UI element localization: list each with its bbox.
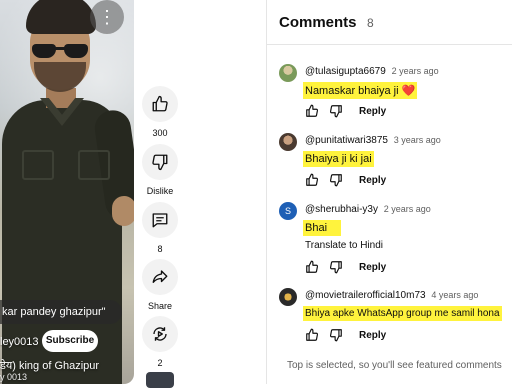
audio-thumbnail[interactable] xyxy=(146,372,174,388)
comment-timestamp[interactable]: 4 years ago xyxy=(431,290,478,300)
short-video-player[interactable]: ⋮ kar pandey ghazipur" ley0013 Subscribe… xyxy=(0,0,134,384)
remix-button[interactable] xyxy=(142,316,178,352)
thumbs-down-icon[interactable] xyxy=(329,104,343,118)
reply-button[interactable]: Reply xyxy=(359,330,386,341)
dislike-label: Dislike xyxy=(146,186,174,196)
comments-count: 8 xyxy=(366,16,374,30)
comment-timestamp[interactable]: 3 years ago xyxy=(394,135,441,145)
comment-author[interactable]: @punitatiwari3875 xyxy=(305,135,388,146)
thumbs-up-icon[interactable] xyxy=(305,260,319,274)
comment-author[interactable]: @tulasigupta6679 xyxy=(305,66,386,77)
sort-notice: Top is selected, so you'll see featured … xyxy=(287,360,502,371)
avatar[interactable] xyxy=(279,288,297,306)
like-count: 300 xyxy=(152,128,168,138)
video-description-sub: y 0013 xyxy=(0,372,28,382)
translate-link[interactable]: Translate to Hindi xyxy=(305,240,383,251)
comments-button[interactable] xyxy=(142,202,178,238)
video-subject-hand xyxy=(112,196,134,226)
sunglasses xyxy=(32,44,90,58)
video-subject-hair xyxy=(26,0,96,34)
video-description[interactable]: डेय) king of Ghazipur xyxy=(0,358,99,373)
thumbs-down-icon[interactable] xyxy=(329,260,343,274)
comments-action[interactable]: 8 xyxy=(142,202,178,254)
avatar[interactable] xyxy=(279,133,297,151)
more-options-icon[interactable]: ⋮ xyxy=(90,0,124,34)
comment-text: Namaskar bhaiya ji ❤️ xyxy=(303,82,418,99)
reply-button[interactable]: Reply xyxy=(359,175,386,186)
share-action[interactable]: Share xyxy=(142,259,178,311)
share-arrow-icon xyxy=(152,270,168,283)
dislike-action[interactable]: Dislike xyxy=(142,144,178,196)
thumbs-down-icon[interactable] xyxy=(329,173,343,187)
comments-header: Comments 8 xyxy=(279,14,374,34)
like-action[interactable]: 300 xyxy=(142,86,178,138)
comment-timestamp[interactable]: 2 years ago xyxy=(384,204,431,214)
thumbs-up-icon[interactable] xyxy=(305,173,319,187)
shirt-pocket xyxy=(22,150,54,180)
avatar-letter: S xyxy=(284,206,291,216)
share-button[interactable] xyxy=(142,259,178,295)
comment-text: Bhaiya ji ki jai xyxy=(303,151,374,167)
dislike-button[interactable] xyxy=(142,144,178,180)
share-label: Share xyxy=(147,301,173,311)
avatar[interactable]: S xyxy=(279,202,297,220)
like-button[interactable] xyxy=(142,86,178,122)
video-title-overlay[interactable]: kar pandey ghazipur" xyxy=(0,300,122,324)
comment-author[interactable]: @sherubhai-y3y xyxy=(305,204,378,215)
thumbs-up-icon[interactable] xyxy=(305,104,319,118)
thumbs-up-icon[interactable] xyxy=(305,328,319,342)
comment-count: 8 xyxy=(157,244,163,254)
thumbs-up-icon xyxy=(152,95,168,112)
channel-name[interactable]: ley0013 xyxy=(0,336,39,348)
comments-panel: Comments 8 @tulasigupta6679 2 years ago … xyxy=(267,0,512,384)
reply-button[interactable]: Reply xyxy=(359,106,386,117)
shirt-pocket xyxy=(78,150,110,180)
action-rail: 300 Dislike 8 Share 2 xyxy=(138,0,182,388)
comment-text: Bhiya apke WhatsApp group me samil hona xyxy=(303,306,502,321)
remix-action[interactable]: 2 xyxy=(142,316,178,368)
comment-text: Bhai xyxy=(303,220,342,236)
header-divider xyxy=(267,44,512,45)
avatar[interactable] xyxy=(279,64,297,82)
comment-timestamp[interactable]: 2 years ago xyxy=(392,66,439,76)
comment-icon xyxy=(152,213,168,228)
remix-count: 2 xyxy=(157,358,163,368)
remix-icon xyxy=(153,327,167,341)
comment-author[interactable]: @movietrailerofficial10m73 xyxy=(305,290,426,301)
comments-title: Comments xyxy=(279,14,357,31)
thumbs-down-icon[interactable] xyxy=(329,328,343,342)
thumbs-down-icon xyxy=(152,154,168,171)
reply-button[interactable]: Reply xyxy=(359,262,386,273)
subscribe-button[interactable]: Subscribe xyxy=(42,330,98,352)
